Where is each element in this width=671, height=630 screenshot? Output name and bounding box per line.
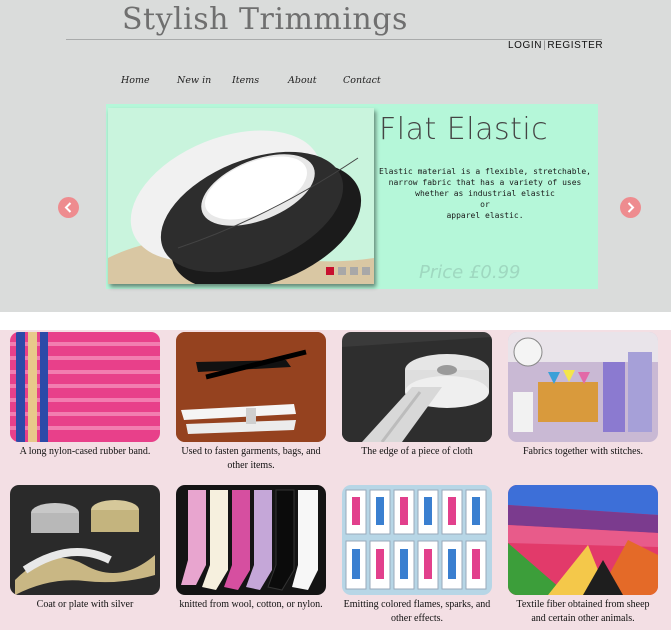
slide-title: Flat Elastic — [379, 112, 549, 147]
product-caption: knitted from wool, cotton, or nylon. — [179, 599, 323, 610]
site-logo[interactable]: Stylish Trimmings — [122, 2, 408, 37]
slide-desc-line: Elastic material is a flexible, stretcha… — [379, 167, 591, 176]
socks-image — [176, 485, 326, 595]
main-nav: Home New in Items About Contact — [0, 75, 671, 89]
login-link[interactable]: LOGIN — [508, 40, 542, 51]
slide-desc-line: or — [480, 200, 490, 209]
slide-desc-line: whether as industrial elastic — [415, 189, 555, 198]
hero-slider[interactable]: Flat Elastic Elastic material is a flexi… — [106, 104, 598, 289]
product-caption: Emitting colored flames, sparks, and oth… — [343, 599, 491, 624]
slider-prev-button[interactable] — [58, 197, 79, 218]
product-card-felt[interactable]: Textile fiber obtained from sheep and ce… — [508, 485, 658, 626]
slider-dots — [326, 267, 374, 286]
product-card-notions[interactable]: Fabrics together with stitches. — [508, 332, 658, 459]
chevron-left-icon — [64, 202, 72, 213]
chevron-right-icon — [627, 202, 635, 213]
product-caption: Used to fasten garments, bags, and other… — [181, 446, 321, 471]
slide-description: Elastic material is a flexible, stretcha… — [372, 166, 598, 221]
nav-new-in[interactable]: New in — [177, 75, 211, 86]
slide-desc-line: apparel elastic. — [446, 211, 524, 220]
silver-ribbon-image — [10, 485, 160, 595]
slider-dot[interactable] — [362, 267, 370, 275]
auth-links: LOGIN|REGISTER — [508, 40, 603, 51]
product-caption: The edge of a piece of cloth — [361, 446, 473, 457]
product-card-socks[interactable]: knitted from wool, cotton, or nylon. — [176, 485, 326, 612]
product-card-silver[interactable]: Coat or plate with silver — [10, 485, 160, 612]
flat-elastic-image — [108, 108, 374, 284]
product-caption: Coat or plate with silver — [36, 599, 134, 610]
nav-contact[interactable]: Contact — [343, 75, 381, 86]
elastic-bands-image — [10, 332, 160, 442]
slide-price: Price £0.99 — [419, 262, 521, 283]
felt-sheets-image — [508, 485, 658, 595]
product-card-selvedge[interactable]: The edge of a piece of cloth — [342, 332, 492, 459]
number-candles-image — [342, 485, 492, 595]
product-caption: A long nylon-cased rubber band. — [19, 446, 151, 457]
slider-dot[interactable] — [338, 267, 346, 275]
product-card-elastic[interactable]: A long nylon-cased rubber band. — [10, 332, 160, 459]
zippers-image — [176, 332, 326, 442]
sewing-notions-image — [508, 332, 658, 442]
nav-items[interactable]: Items — [232, 75, 259, 86]
nav-home[interactable]: Home — [121, 75, 150, 86]
slide-desc-line: narrow fabric that has a variety of uses — [388, 178, 582, 187]
product-caption: Fabrics together with stitches. — [523, 446, 643, 457]
product-grid: A long nylon-cased rubber band. Used to … — [0, 330, 671, 630]
product-caption: Textile fiber obtained from sheep and ce… — [516, 599, 650, 624]
header-section: Stylish Trimmings LOGIN|REGISTER Home Ne… — [0, 0, 671, 312]
nav-about[interactable]: About — [288, 75, 317, 86]
product-card-candles[interactable]: Emitting colored flames, sparks, and oth… — [342, 485, 492, 626]
selvedge-rolls-image — [342, 332, 492, 442]
slider-next-button[interactable] — [620, 197, 641, 218]
slider-dot[interactable] — [350, 267, 358, 275]
register-link[interactable]: REGISTER — [547, 40, 603, 51]
product-card-zippers[interactable]: Used to fasten garments, bags, and other… — [176, 332, 326, 473]
slider-dot[interactable] — [326, 267, 334, 275]
